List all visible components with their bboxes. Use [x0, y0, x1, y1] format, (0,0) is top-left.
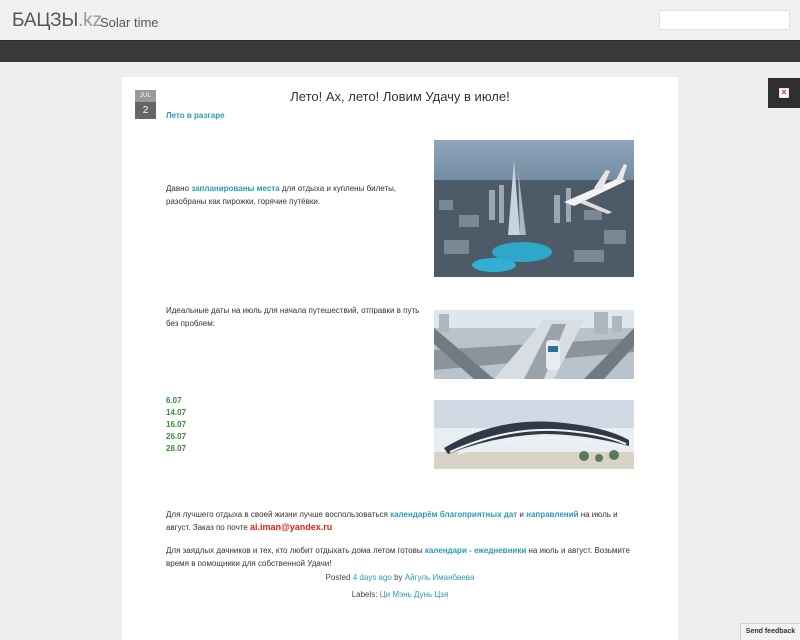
calendar-diaries-link[interactable]: календари - ежедневники	[425, 546, 526, 555]
date-month: JUL	[135, 90, 156, 102]
p3-before: Для лучшего отдыха в своей жизни лучше в…	[166, 510, 391, 519]
date-item: 26.07	[166, 432, 187, 441]
email-address: ai.iman@yandex.ru	[249, 522, 333, 532]
date-item: 6.07	[166, 396, 182, 405]
post-subtitle-link[interactable]: Лето в разгаре	[166, 111, 225, 120]
paragraph-diaries: Для заядлых дачников и тех, кто любит от…	[166, 544, 636, 570]
close-button[interactable]: ✕	[768, 78, 800, 108]
send-feedback-button[interactable]: Send feedback	[740, 623, 800, 640]
date-badge: JUL 2	[135, 90, 156, 119]
metro-station-image	[434, 310, 634, 379]
planned-places-link[interactable]: запланированы места	[191, 184, 279, 193]
author-link[interactable]: Айгуль Иманбаева	[405, 573, 475, 582]
post-time-link[interactable]: 4 days ago	[353, 573, 392, 582]
site-brand-link[interactable]: БАЦЗЫ.kz	[12, 10, 102, 32]
date-item: 16.07	[166, 420, 187, 429]
dates-list: 6.07 14.07 16.07 26.07 28.07	[166, 395, 186, 455]
site-tagline: Solar time	[100, 15, 159, 30]
post-title: Лето! Ах, лето! Ловим Удачу в июле!	[290, 89, 510, 104]
posted-by: by	[391, 573, 405, 582]
paragraph-calendars: Для лучшего отдыха в своей жизни лучше в…	[166, 508, 636, 534]
p4-before: Для заядлых дачников и тех, кто любит от…	[166, 546, 425, 555]
dubai-aerial-image	[434, 140, 634, 277]
labels-prefix: Labels:	[351, 590, 380, 599]
paragraph-plans: Давно запланированы места для отдыха и к…	[166, 182, 428, 208]
label-link[interactable]: Ци Мэнь Дунь Цзя	[380, 590, 449, 599]
close-icon: ✕	[779, 88, 789, 98]
search-input[interactable]	[659, 10, 790, 30]
date-item: 14.07	[166, 408, 187, 417]
futuristic-building-image	[434, 400, 634, 469]
brand-main: БАЦЗЫ	[12, 10, 79, 31]
posted-prefix: Posted	[325, 573, 353, 582]
paragraph-ideal-dates: Идеальные даты на июль для начала путеше…	[166, 306, 420, 328]
favorable-dates-calendar-link[interactable]: календарём благоприятных дат	[390, 510, 517, 519]
post-footer-posted: Posted 4 days ago by Айгуль Иманбаева	[166, 573, 634, 582]
p3-mid: и	[517, 510, 527, 519]
date-item: 28.07	[166, 444, 187, 453]
brand-tld: .kz	[78, 10, 102, 31]
post-footer-labels: Labels: Ци Мэнь Дунь Цзя	[166, 590, 634, 599]
directions-link[interactable]: направлений	[526, 510, 578, 519]
site-header: БАЦЗЫ.kz Solar time	[0, 0, 800, 40]
p1-before: Давно	[166, 184, 192, 193]
date-day: 2	[135, 102, 156, 119]
nav-bar	[0, 40, 800, 62]
